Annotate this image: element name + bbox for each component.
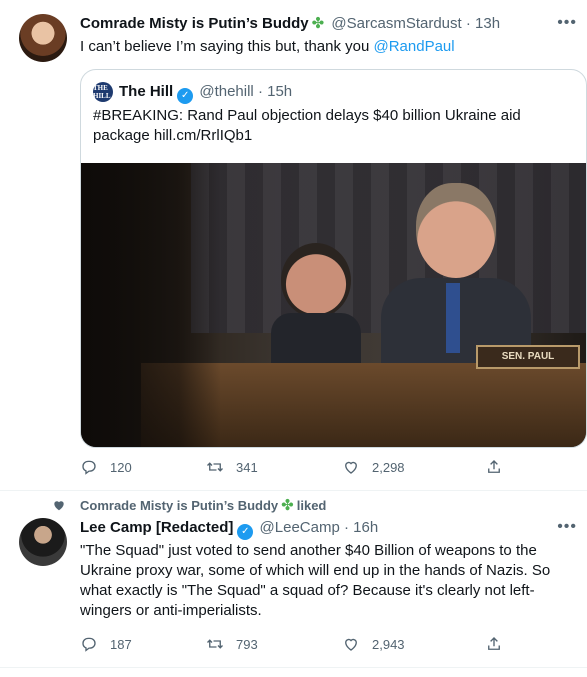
quoted-display-name[interactable]: The Hill [119,83,173,100]
tweet-text-body: I can’t believe I’m saying this but, tha… [80,38,374,55]
reply-button[interactable]: 187 [80,635,132,653]
quoted-tweet-header: The Hill ✓ @thehill · 15h [119,82,292,104]
reply-count: 120 [110,459,132,475]
retweet-button[interactable]: 341 [206,458,258,476]
quoted-tweet-photo[interactable]: SEN. PAUL [81,163,586,447]
retweet-button[interactable]: 793 [206,635,258,653]
reply-icon [82,637,96,652]
avatar[interactable] [19,14,67,62]
retweet-icon [207,462,223,472]
tweet-header: Comrade Misty is Putin’s Buddy ✤ @Sarcasm… [80,14,500,34]
photo-shadow [81,163,221,447]
logo-text: THE HILL [93,84,111,100]
reply-button[interactable]: 120 [80,458,132,476]
share-button[interactable] [485,635,515,653]
tweet-divider [0,490,587,491]
verified-icon: ✓ [237,524,254,540]
retweet-count: 341 [236,459,258,475]
retweet-icon [207,639,223,649]
photo-background-person [271,243,361,363]
like-button[interactable]: 2,943 [342,635,405,653]
timestamp[interactable]: · 16h [344,519,378,536]
photo-senator [381,183,531,373]
photo-nameplate: SEN. PAUL [476,345,580,369]
tweet-header: Lee Camp [Redacted] ✓ @LeeCamp · 16h [80,518,378,540]
quoted-tweet-text: #BREAKING: Rand Paul objection delays $4… [93,107,521,144]
tweet-text: I can’t believe I’m saying this but, tha… [80,37,570,57]
display-name[interactable]: Comrade Misty is Putin’s Buddy [80,15,309,32]
tweet-actions: 187 793 2,943 [80,635,520,655]
share-icon [488,460,500,473]
share-icon [488,637,500,650]
timeline-feed: Comrade Misty is Putin’s Buddy ✤ @Sarcasm… [0,0,587,677]
like-count: 2,298 [372,459,405,475]
tweet-divider [0,667,587,668]
quoted-timestamp[interactable]: · 15h [258,83,292,100]
avatar[interactable] [19,518,67,566]
clover-icon: ✤ [311,15,325,32]
liked-by-name: Comrade Misty is Putin’s Buddy [80,498,279,513]
handle[interactable]: @LeeCamp [260,519,340,536]
like-count: 2,943 [372,636,405,652]
like-icon [345,638,357,651]
more-icon[interactable]: ••• [557,14,577,32]
more-icon[interactable]: ••• [557,518,577,536]
mention-link[interactable]: @RandPaul [374,38,455,55]
like-icon [345,461,357,474]
liked-heart-icon [54,501,64,511]
display-name[interactable]: Lee Camp [Redacted] [80,519,233,536]
reply-count: 187 [110,636,132,652]
liked-label: liked [296,498,327,513]
like-button[interactable]: 2,298 [342,458,405,476]
tweet-actions: 120 341 2,298 [80,458,520,478]
tweet[interactable]: Comrade Misty is Putin’s Buddy ✤ @Sarcasm… [0,0,587,490]
share-button[interactable] [485,458,515,476]
reply-icon [82,460,96,475]
quoted-handle[interactable]: @thehill [199,83,253,100]
tweet-text: "The Squad" just voted to send another $… [80,542,551,619]
verified-icon: ✓ [177,88,194,104]
timestamp[interactable]: · 13h [466,15,500,32]
quoted-tweet[interactable]: THE HILL The Hill ✓ @thehill · 15h #BREAK… [80,69,587,448]
the-hill-logo[interactable]: THE HILL [93,82,113,102]
social-context[interactable]: Comrade Misty is Putin’s Buddy ✤ liked [80,496,326,514]
retweet-count: 793 [236,636,258,652]
clover-icon: ✤ [281,497,294,514]
handle[interactable]: @SarcasmStardust [331,15,461,32]
